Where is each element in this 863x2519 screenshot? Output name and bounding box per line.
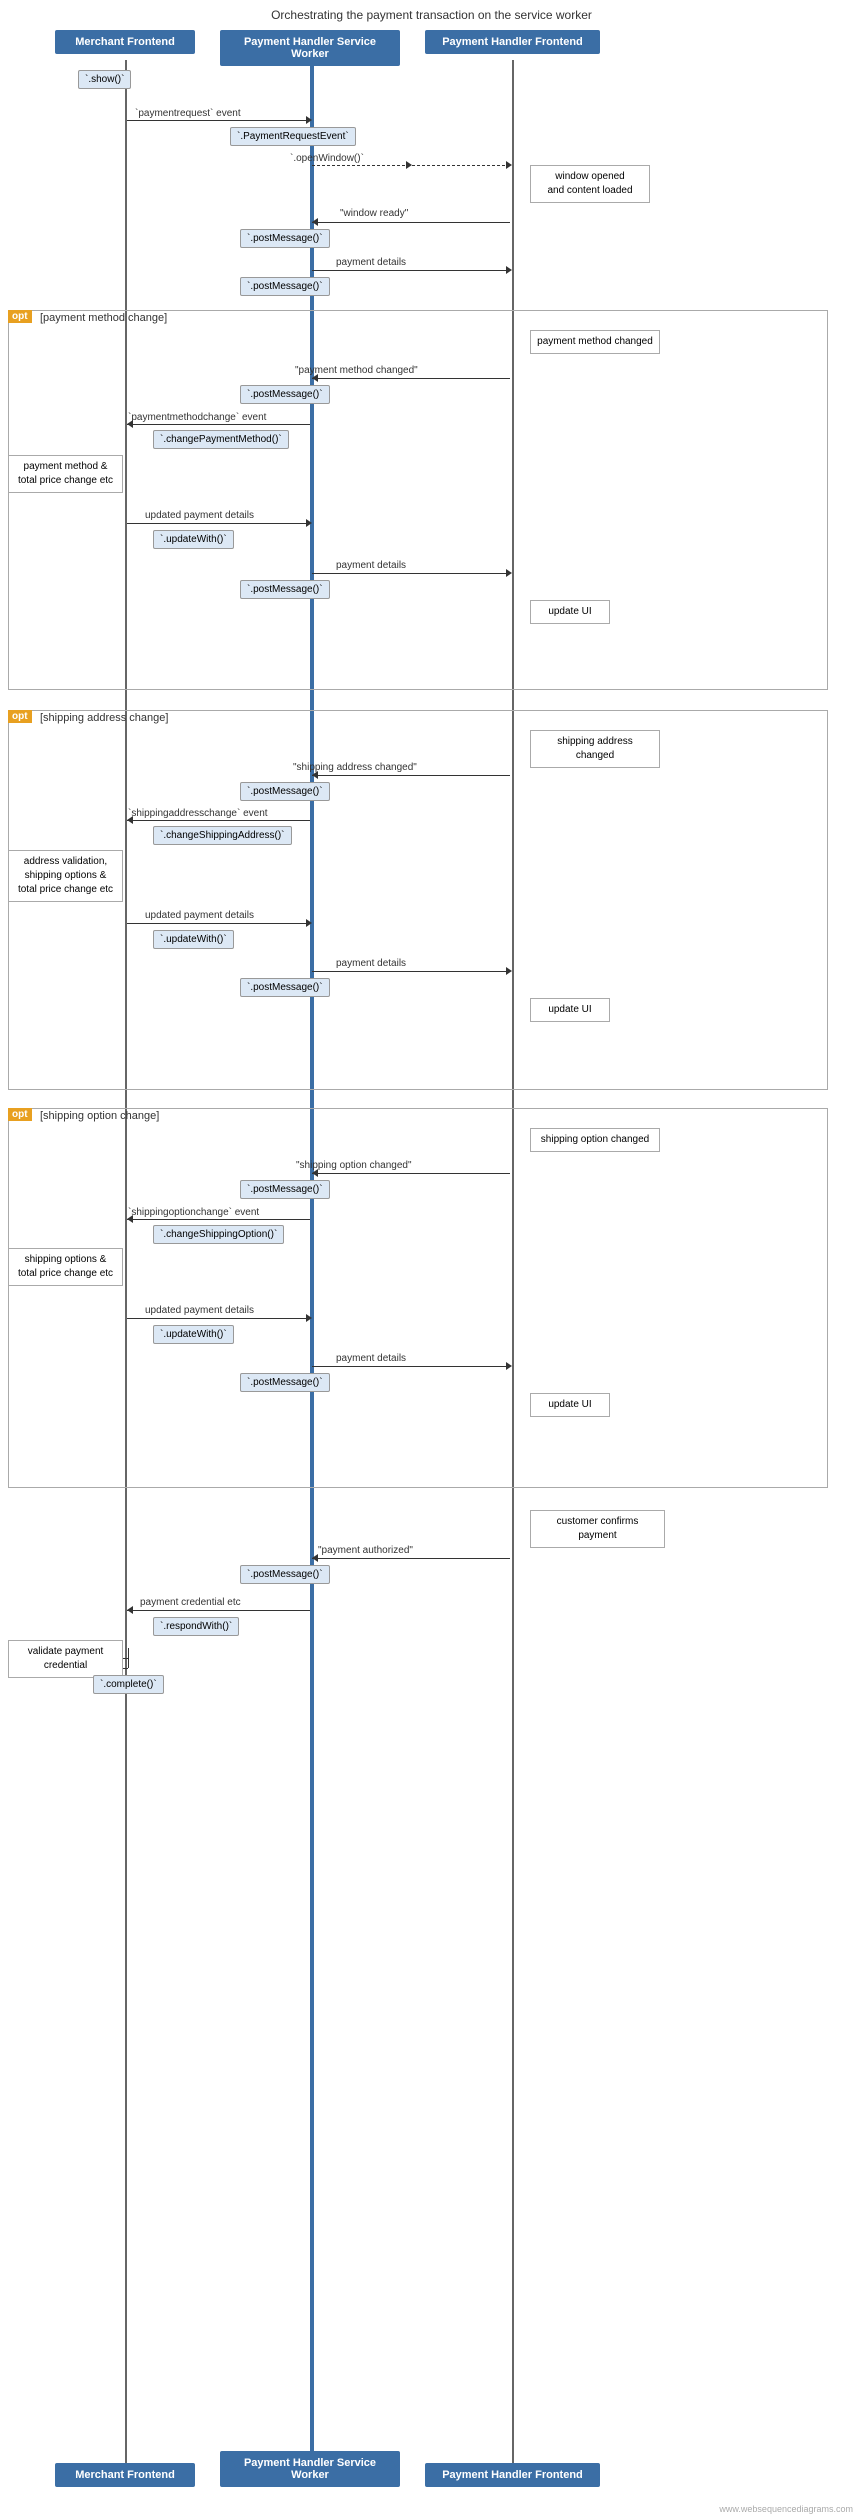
validate-credential-note: validate payment credential [8,1640,123,1678]
postmessage-4: `.postMessage()` [240,580,330,599]
payment-details-4-label: payment details [336,1353,406,1364]
arrowhead-openwindow [406,161,412,169]
payment-credential-label: payment credential etc [140,1597,241,1608]
openwindow-label: `.openWindow()` [290,153,364,164]
arrow-sochange [312,1173,510,1174]
updated-pd-1-label: updated payment details [145,510,254,521]
updatewith-3: `.updateWith()` [153,1325,234,1344]
opt-condition-1: [payment method change] [40,312,167,324]
respondwith-box: `.respondWith()` [153,1617,239,1636]
opt-condition-3: [shipping option change] [40,1110,159,1122]
arrowhead-payment-details-4 [506,1362,512,1370]
change-shipping-address-box: `.changeShippingAddress()` [153,826,292,845]
opt-condition-2: [shipping address change] [40,712,168,724]
window-opened-note: window openedand content loaded [530,165,650,203]
show-method: `.show()` [78,70,131,89]
opt-label-3: opt [8,1108,32,1121]
arrowhead-payment-details-2 [506,569,512,577]
payment-details-2-label: payment details [336,560,406,571]
updatewith-1: `.updateWith()` [153,530,234,549]
shipping-address-changed-note: shipping address changed [530,730,660,768]
arrow-payment-details-3 [312,971,510,972]
opt-frame-3 [8,1108,828,1488]
opt-frame-1 [8,310,828,690]
arrowhead-payment-details-3 [506,967,512,975]
arrowhead-updated-pd-2 [306,919,312,927]
arrow-pmchange-event [127,424,310,425]
postmessage-1: `.postMessage()` [240,229,330,248]
update-ui-3-note: update UI [530,1393,610,1417]
sochange-event-label: `shippingoptionchange` event [128,1207,259,1218]
updated-pd-3-label: updated payment details [145,1305,254,1316]
arrowhead-payment-details-1 [506,266,512,274]
arrow-paymentrequest [127,120,310,121]
pmchange-event-label: `paymentmethodchange` event [128,412,266,423]
diagram-container: Orchestrating the payment transaction on… [0,0,863,2519]
arrowhead-openwindow2 [506,161,512,169]
watermark: www.websequencediagrams.com [719,2504,853,2514]
arrow-window-ready [312,222,510,223]
lifeline-sw-header: Payment Handler Service Worker [220,30,400,66]
arrow-sochange-event [127,1219,310,1220]
footer-frontend: Payment Handler Frontend [425,2463,600,2487]
payment-details-3-label: payment details [336,958,406,969]
updatewith-2: `.updateWith()` [153,930,234,949]
update-ui-1-note: update UI [530,600,610,624]
sachange-event-label: `shippingaddresschange` event [128,808,268,819]
postmessage-6: `.postMessage()` [240,978,330,997]
shipping-opt-changed-label: "shipping option changed" [296,1160,412,1171]
arrowhead-window-ready [312,218,318,226]
payment-method-changed-label: "payment method changed" [295,365,418,376]
postmessage-8: `.postMessage()` [240,1373,330,1392]
window-ready-label: "window ready" [340,208,408,219]
postmessage-3: `.postMessage()` [240,385,330,404]
change-shipping-option-box: `.changeShippingOption()` [153,1225,284,1244]
arrow-payment-credential [127,1610,310,1611]
shipping-addr-changed-label: "shipping address changed" [293,762,417,773]
lifeline-merchant-header: Merchant Frontend [55,30,195,54]
arrow-updated-pd-1 [127,523,310,524]
postmessage-9: `.postMessage()` [240,1565,330,1584]
payment-authorized-label: "payment authorized" [318,1545,413,1556]
opt-label-1: opt [8,310,32,323]
pm-total-change-note: payment method &total price change etc [8,455,123,493]
payment-request-event-box: `.PaymentRequestEvent` [230,127,356,146]
update-ui-2-note: update UI [530,998,610,1022]
arrow-payment-details-4 [312,1366,510,1367]
shipping-option-changed-note: shipping option changed [530,1128,660,1152]
customer-confirms-note: customer confirms payment [530,1510,665,1548]
opt-frame-2 [8,710,828,1090]
arrowhead-updated-pd-3 [306,1314,312,1322]
payment-details-1-label: payment details [336,257,406,268]
arrow-payment-details-1 [312,270,510,271]
arrow-sachange-event [127,820,310,821]
arrow-payment-authorized [312,1558,510,1559]
arrow-sachange [312,775,510,776]
postmessage-2: `.postMessage()` [240,277,330,296]
opt-label-2: opt [8,710,32,723]
arrowhead-updated-pd-1 [306,519,312,527]
diagram-title: Orchestrating the payment transaction on… [0,0,863,32]
address-validation-note: address validation,shipping options &tot… [8,850,123,902]
arrow-validate-2 [128,1648,129,1668]
postmessage-7: `.postMessage()` [240,1180,330,1199]
complete-box: `.complete()` [93,1675,164,1694]
change-payment-method-box: `.changePaymentMethod()` [153,430,289,449]
paymentrequest-label: `paymentrequest` event [135,108,241,119]
shipping-options-note: shipping options &total price change etc [8,1248,123,1286]
lifeline-frontend-header: Payment Handler Frontend [425,30,600,54]
arrowhead-paymentrequest [306,116,312,124]
payment-method-changed-note: payment method changed [530,330,660,354]
footer-merchant: Merchant Frontend [55,2463,195,2487]
arrow-payment-details-2 [312,573,510,574]
arrowhead-payment-credential [127,1606,133,1614]
arrow-updated-pd-2 [127,923,310,924]
postmessage-5: `.postMessage()` [240,782,330,801]
footer-sw: Payment Handler Service Worker [220,2451,400,2487]
arrow-updated-pd-3 [127,1318,310,1319]
arrow-pmchange [312,378,510,379]
updated-pd-2-label: updated payment details [145,910,254,921]
